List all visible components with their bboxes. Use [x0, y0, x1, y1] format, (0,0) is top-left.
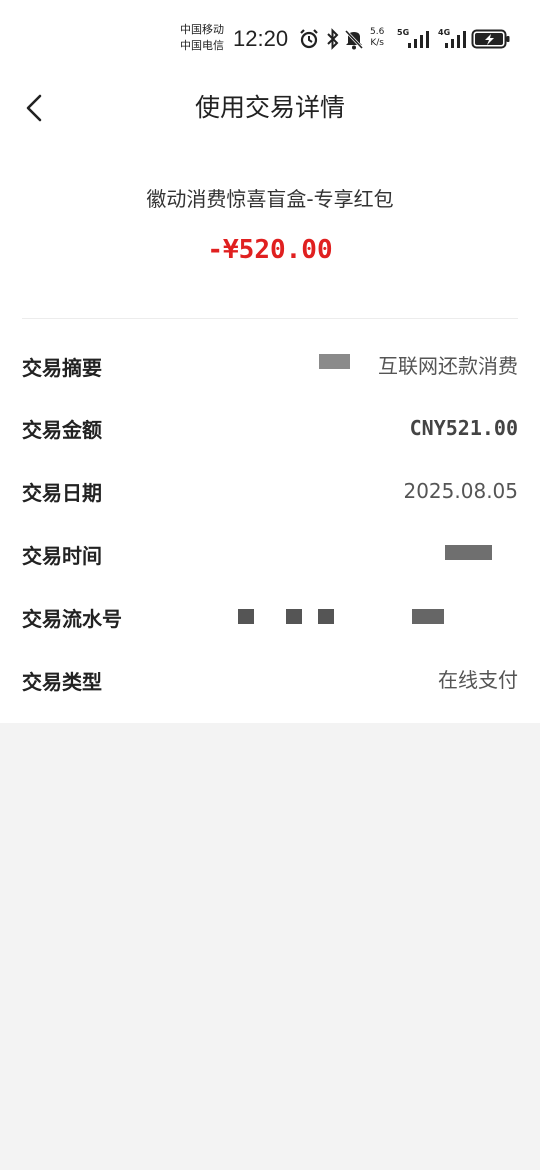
- redacted-block: [445, 545, 492, 560]
- row-value: 2025.08.05: [403, 479, 518, 503]
- divider: [22, 318, 518, 319]
- detail-row-date: 交易日期 2025.08.05: [22, 473, 518, 513]
- nav-bar: 使用交易详情: [0, 76, 540, 140]
- row-value: CNY521.00: [409, 416, 518, 440]
- redacted-block: [286, 609, 302, 624]
- row-label: 交易类型: [22, 670, 102, 694]
- net-speed: 5.6 K/s: [370, 27, 384, 49]
- row-label: 交易流水号: [22, 607, 122, 631]
- merchant-name: 徽动消费惊喜盲盒-专享红包: [146, 187, 394, 211]
- clock: 12:20: [233, 26, 289, 51]
- detail-row-type: 交易类型 在线支付: [22, 662, 518, 702]
- status-bar: 中国移动 中国电信 12:20 5.6 K/s 5G 4G: [0, 0, 540, 76]
- row-label: 交易时间: [22, 544, 102, 568]
- carrier-labels: 中国移动 中国电信: [180, 22, 224, 54]
- transaction-amount: -¥520.00: [207, 235, 333, 265]
- row-label: 交易日期: [22, 481, 102, 505]
- row-label: 交易摘要: [22, 356, 102, 380]
- mute-icon: [344, 29, 364, 50]
- bluetooth-icon: [327, 28, 339, 50]
- detail-row-amount: 交易金额 CNY521.00: [22, 410, 518, 450]
- row-label: 交易金额: [22, 418, 102, 442]
- row-value: 互联网还款消费: [378, 354, 518, 378]
- signal-icon: [408, 31, 429, 48]
- detail-row-time: 交易时间: [22, 536, 518, 576]
- carrier-2: 中国电信: [180, 39, 224, 52]
- carrier-1: 中国移动: [180, 23, 224, 36]
- net-speed-unit: K/s: [370, 38, 384, 48]
- alarm-icon: [300, 29, 318, 49]
- redacted-block: [412, 609, 444, 624]
- redacted-block: [238, 609, 254, 624]
- signal-icon-2: [445, 31, 466, 48]
- detail-row-summary: 交易摘要 互联网还款消费: [22, 348, 518, 388]
- battery-charging-icon: [471, 29, 510, 49]
- redacted-block: [318, 609, 334, 624]
- row-value: 在线支付: [438, 668, 518, 692]
- page-title: 使用交易详情: [194, 93, 345, 122]
- net-speed-value: 5.6: [370, 27, 385, 37]
- detail-row-serial: 交易流水号: [22, 599, 518, 639]
- redacted-block: [319, 354, 350, 369]
